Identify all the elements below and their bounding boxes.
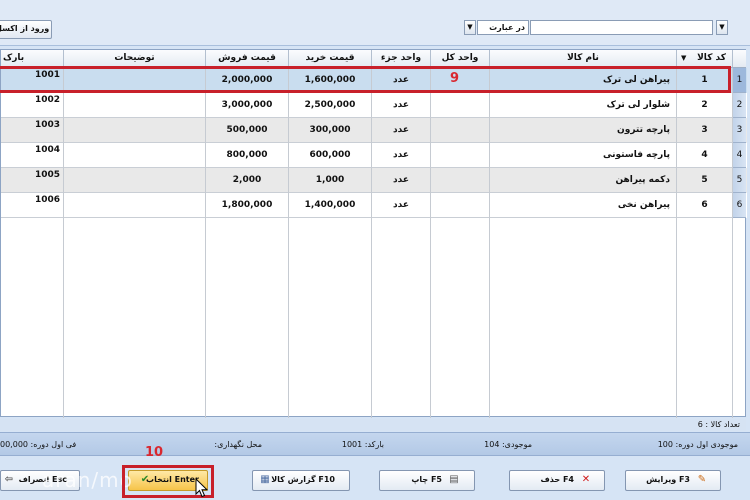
delete-button[interactable]: حذف F4 ✕	[509, 470, 605, 491]
cell-unit-whole	[431, 193, 490, 218]
cell-sell-price: 800,000	[206, 143, 289, 168]
cell-barcode: 1003	[1, 118, 64, 143]
watermark-text: aran/mo	[42, 468, 133, 492]
cell-description	[64, 93, 206, 118]
opening-stock: موجودی اول دوره: 100	[657, 440, 738, 449]
cell-unit-part: عدد	[372, 193, 431, 218]
search-input[interactable]	[530, 20, 713, 35]
cell-unit-whole	[431, 93, 490, 118]
cell-barcode: 1002	[1, 93, 64, 118]
cell-description	[64, 168, 206, 193]
item-report-button[interactable]: گزارش کالا F10 ▦	[252, 470, 350, 491]
cell-buy-price: 1,000	[289, 168, 372, 193]
column-divider	[430, 68, 431, 418]
table-row[interactable]: 3 پارچه تترون عدد 300,000 500,000 1003 3	[1, 118, 747, 143]
cell-unit-part: عدد	[372, 168, 431, 193]
cell-name: شلوار لی ترک	[490, 93, 677, 118]
cell-unit-whole	[431, 168, 490, 193]
sort-arrow-icon: ▼	[681, 54, 687, 62]
item-report-button-label: گزارش کالا F10	[271, 475, 335, 484]
row-header[interactable]: 6	[733, 193, 746, 218]
cell-name: پارچه تترون	[490, 118, 677, 143]
cell-buy-price: 300,000	[289, 118, 372, 143]
cell-unit-part: عدد	[372, 93, 431, 118]
cell-sell-price: 3,000,000	[206, 93, 289, 118]
row-header[interactable]: 3	[733, 118, 746, 143]
grid-corner	[733, 50, 746, 68]
products-grid: ▼ کد کالا نام کالا واحد کل واحد جزء قیمت…	[0, 49, 747, 418]
search-mode-select[interactable]: در عبارت	[477, 20, 529, 35]
item-count: تعداد کالا : 6	[0, 419, 746, 431]
cell-sell-price: 1,800,000	[206, 193, 289, 218]
exit-icon: ⇦	[4, 474, 14, 485]
cell-name: پیراهن نخی	[490, 193, 677, 218]
table-row[interactable]: 6 پیراهن نخی عدد 1,400,000 1,800,000 100…	[1, 193, 747, 218]
column-divider	[732, 68, 733, 418]
cell-barcode: 1006	[1, 193, 64, 218]
row-header[interactable]: 5	[733, 168, 746, 193]
step-marker-10: 10	[145, 445, 164, 460]
cell-buy-price: 1,400,000	[289, 193, 372, 218]
cell-code: 6	[677, 193, 733, 218]
edit-button-label: ویرایش F3	[646, 475, 690, 484]
cell-sell-price: 500,000	[206, 118, 289, 143]
table-row[interactable]: 4 پارچه فاستونی عدد 600,000 800,000 1004…	[1, 143, 747, 168]
delete-button-label: حذف F4	[540, 475, 574, 484]
cell-description	[64, 118, 206, 143]
pencil-icon: ✎	[697, 474, 707, 485]
column-divider	[676, 68, 677, 418]
cell-code: 5	[677, 168, 733, 193]
storage-location: محل نگهداری:	[214, 440, 262, 449]
cell-barcode: 1005	[1, 168, 64, 193]
table-row[interactable]: 5 دکمه پیراهن عدد 1,000 2,000 1005 5	[1, 168, 747, 193]
column-divider	[371, 68, 372, 418]
search-dropdown-icon[interactable]: ▼	[716, 20, 728, 35]
mouse-cursor-icon	[195, 478, 209, 498]
row-header[interactable]: 4	[733, 143, 746, 168]
column-divider	[205, 68, 206, 418]
cell-unit-whole	[431, 118, 490, 143]
cell-name: پارچه فاستونی	[490, 143, 677, 168]
edit-button[interactable]: ویرایش F3 ✎	[625, 470, 721, 491]
printer-icon: ▤	[449, 474, 459, 485]
delete-x-icon: ✕	[581, 474, 591, 485]
column-divider	[288, 68, 289, 418]
print-button-label: چاپ F5	[411, 475, 442, 484]
column-header-code-label: کد کالا	[697, 53, 726, 63]
report-icon: ▦	[260, 474, 270, 485]
stock-info-bar: موجودی اول دوره: 100 موجودی: 104 بارکد: …	[0, 432, 750, 456]
row-header[interactable]: 2	[733, 93, 746, 118]
cell-code: 2	[677, 93, 733, 118]
search-mode-dropdown-icon[interactable]: ▼	[464, 20, 476, 35]
table-row[interactable]: 2 شلوار لی ترک عدد 2,500,000 3,000,000 1…	[1, 93, 747, 118]
cell-description	[64, 193, 206, 218]
import-excel-button[interactable]: ورود از اکسل	[0, 20, 52, 39]
column-divider	[63, 68, 64, 418]
step-marker-9: 9	[450, 71, 460, 86]
cell-code: 4	[677, 143, 733, 168]
barcode-info: بارکد: 1001	[341, 440, 384, 449]
column-divider	[489, 68, 490, 418]
cell-unit-part: عدد	[372, 143, 431, 168]
selected-row-highlight	[0, 66, 731, 93]
cell-code: 3	[677, 118, 733, 143]
cell-sell-price: 2,000	[206, 168, 289, 193]
opening-value: فی اول دوره: 00,000	[0, 440, 77, 449]
cell-buy-price: 600,000	[289, 143, 372, 168]
cell-description	[64, 143, 206, 168]
print-button[interactable]: چاپ F5 ▤	[379, 470, 475, 491]
row-header[interactable]: 1	[733, 68, 746, 93]
current-stock: موجودی: 104	[484, 440, 532, 449]
cell-buy-price: 2,500,000	[289, 93, 372, 118]
cell-unit-part: عدد	[372, 118, 431, 143]
cell-name: دکمه پیراهن	[490, 168, 677, 193]
cell-barcode: 1004	[1, 143, 64, 168]
top-toolbar: ورود از اکسل ▼ در عبارت ▼	[0, 0, 750, 46]
cell-unit-whole	[431, 143, 490, 168]
